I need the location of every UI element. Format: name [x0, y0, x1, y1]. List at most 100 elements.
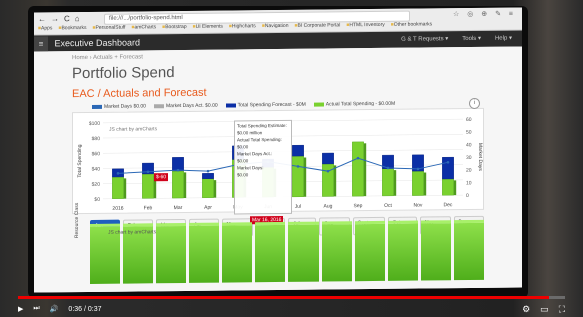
resource-class-bar[interactable] [222, 222, 253, 283]
legend-item[interactable]: Total Spending Forecast - $0M [225, 101, 306, 109]
y2-axis-label: Market Days [477, 143, 483, 172]
y-tick-label: $60 [92, 151, 101, 157]
bookmark-item[interactable]: HTML Inventory [346, 22, 384, 28]
x-tick-label: Nov [414, 202, 423, 208]
legend-swatch [225, 103, 236, 108]
resource-class-bar[interactable] [321, 221, 352, 282]
resource-class-bar[interactable] [288, 221, 319, 282]
bar-forecast [292, 144, 304, 157]
x-tick-label: Dec [444, 202, 453, 208]
forward-icon[interactable]: → [51, 14, 59, 23]
y-tick-label: $100 [89, 121, 100, 127]
hamburger-menu-icon[interactable]: ≡ [34, 36, 48, 53]
volume-icon[interactable]: 🔊 [50, 305, 59, 313]
info-icon[interactable]: i [469, 97, 480, 109]
next-icon[interactable]: ⏭ [33, 305, 39, 313]
x-tick-label: Sep [354, 203, 363, 209]
y2-tick-label: 60 [466, 117, 472, 123]
bar-actual [292, 155, 304, 198]
back-icon[interactable]: ← [38, 14, 46, 23]
legend-swatch [313, 102, 324, 107]
app-nav-item[interactable]: Tools ▾ [462, 31, 481, 47]
resource-class-bar[interactable] [453, 219, 484, 281]
bar-actual-side [363, 143, 367, 197]
reload-icon[interactable]: C [64, 14, 70, 23]
browser-nav-buttons: ← → C ⌂ [38, 14, 80, 23]
bookmark-item[interactable]: Other bookmarks [391, 21, 432, 27]
bar-actual [142, 173, 154, 199]
settings-gear-icon[interactable]: ⚙ [522, 304, 530, 315]
app-nav: G & T Requests ▾ Tools ▾ Help ▾ [401, 31, 512, 48]
video-progress-fill [18, 296, 549, 299]
bar-actual [412, 170, 424, 196]
resource-class-bar[interactable] [420, 220, 451, 281]
y2-tick-label: 50 [466, 130, 472, 136]
video-controls: ▶ ⏭ 🔊 0:36 / 0:37 ⚙ ▭ ⛶ [18, 302, 565, 316]
bookmark-item[interactable]: UI Elements [193, 24, 223, 30]
legend-label: Actual Total Spending - $0.00M [325, 100, 396, 108]
home-icon[interactable]: ⌂ [75, 14, 80, 23]
extension-icons[interactable]: ☆ ◎ ⊕ ✎ ≡ [453, 10, 516, 19]
bar-actual [382, 168, 394, 197]
market-days-point [206, 169, 210, 173]
breadcrumb[interactable]: Home › Actuals + Forecast [72, 51, 484, 61]
bookmark-item[interactable]: Apps [38, 25, 52, 31]
y-tick-label: $0 [94, 197, 100, 203]
bar-actual-side [393, 170, 397, 196]
resource-class-bar[interactable] [387, 220, 418, 281]
app-nav-item[interactable]: G & T Requests ▾ [401, 31, 448, 47]
bottom-chart-watermark: JS chart by amCharts [108, 229, 157, 236]
legend-swatch [153, 103, 164, 108]
y2-tick-label: 40 [466, 142, 472, 148]
bar-actual-side [213, 180, 217, 198]
bookmark-item[interactable]: Navigation [262, 23, 289, 29]
legend-item[interactable]: Market Days $0.00 [92, 103, 146, 110]
browser-window: ← → C ⌂ file:///.../portfolio-spend.html… [34, 7, 522, 293]
resource-class-bar[interactable] [156, 222, 187, 284]
x-tick-label: Oct [384, 203, 392, 209]
video-time: 0:36 / 0:37 [68, 305, 102, 313]
chart-watermark: JS chart by amCharts [109, 126, 158, 133]
resource-class-bar[interactable] [255, 221, 286, 283]
bar-actual [112, 176, 124, 199]
bar-actual [202, 178, 214, 198]
legend-label: Market Days Act. $0.00 [165, 102, 218, 110]
bar-actual [172, 170, 184, 199]
theater-mode-icon[interactable]: ▭ [540, 304, 549, 315]
bar-actual-side [123, 178, 127, 199]
bookmark-item[interactable]: Bookmarks [58, 25, 86, 31]
bookmark-item[interactable]: PersonalStuff [92, 25, 126, 31]
bookmark-item[interactable]: amCharts [131, 24, 156, 30]
bookmark-item[interactable]: BI Corporate Portal [294, 22, 341, 28]
y-tick-label: $40 [92, 166, 101, 172]
legend-item[interactable]: Actual Total Spending - $0.00M [313, 100, 396, 108]
app-nav-item[interactable]: Help ▾ [495, 31, 512, 47]
y-tick-label: $20 [92, 182, 101, 188]
video-progress-bar[interactable] [18, 296, 565, 299]
bookmark-item[interactable]: Highcharts [229, 23, 256, 29]
play-icon[interactable]: ▶ [18, 305, 23, 313]
x-tick-label: 2016 [112, 206, 123, 212]
y-tick-label: $80 [92, 136, 101, 142]
legend-label: Total Spending Forecast - $0M [237, 101, 306, 109]
left-axis-marker: $-60 [154, 173, 169, 182]
legend-item[interactable]: Market Days Act. $0.00 [153, 102, 218, 110]
fullscreen-icon[interactable]: ⛶ [559, 304, 565, 315]
resource-class-bar[interactable] [189, 222, 220, 283]
tooltip-line: $0.00 [237, 172, 249, 178]
bar-actual-side [303, 157, 307, 197]
page-title: Portfolio Spend [72, 64, 175, 83]
x-tick-label: Aug [324, 203, 333, 209]
bookmark-item[interactable]: Bootstrap [162, 24, 186, 30]
tooltip-line: Market Days: [237, 165, 264, 171]
x-tick-label: Mar [174, 205, 183, 211]
bar-actual-side [453, 180, 457, 196]
bar-actual-side [183, 172, 187, 198]
y-axis-label: Total Spending [77, 144, 83, 177]
bar-actual [322, 163, 334, 197]
x-tick-label: Apr [204, 205, 212, 211]
tooltip-line: Total Spending Estimate: [237, 122, 287, 129]
bar-forecast [442, 156, 454, 180]
resource-class-bar[interactable] [354, 220, 385, 282]
bar-actual-side [333, 165, 337, 197]
